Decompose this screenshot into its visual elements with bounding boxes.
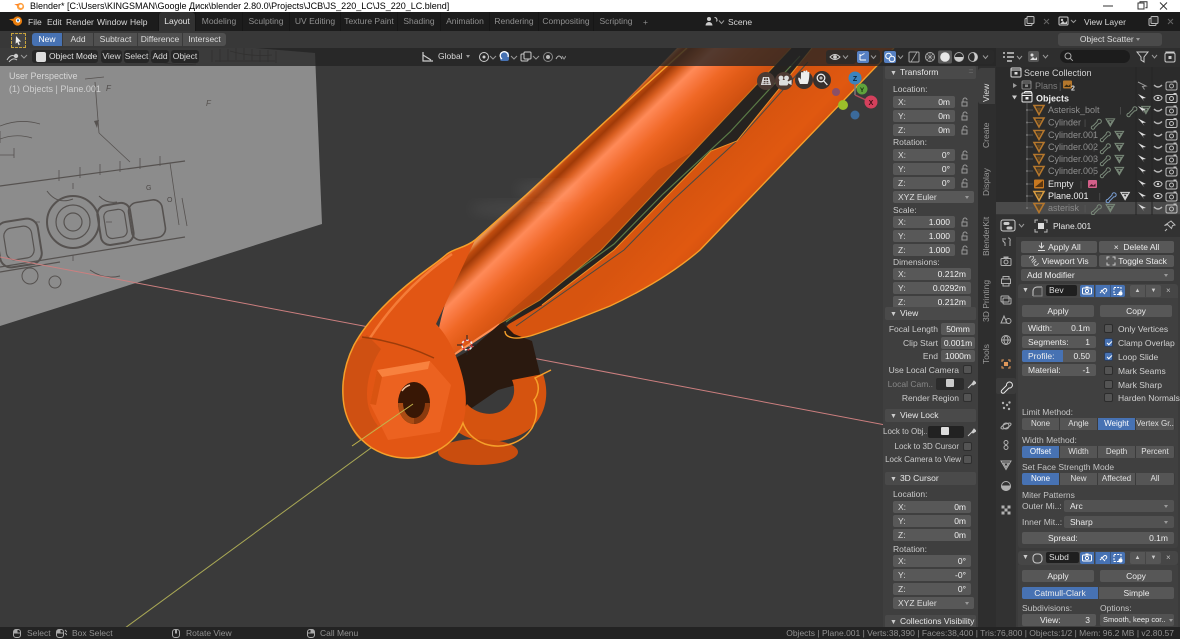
svg-text:|: | (1093, 143, 1095, 152)
svg-text:|: | (1093, 155, 1095, 164)
svg-text:G: G (146, 185, 151, 192)
svg-text:Asterisk_bolt: Asterisk_bolt (1048, 105, 1100, 115)
svg-text:Z: Z (853, 76, 858, 83)
svg-text:asterisk: asterisk (1048, 203, 1080, 213)
svg-text:Cylinder.001: Cylinder.001 (1048, 130, 1098, 140)
svg-text:Plane.001: Plane.001 (1048, 191, 1089, 201)
svg-text:Cylinder.003: Cylinder.003 (1048, 154, 1098, 164)
svg-text:|: | (1093, 131, 1095, 140)
svg-text:|: | (1080, 180, 1082, 189)
svg-text:Plans: Plans (1035, 81, 1058, 91)
svg-text:Cylinder.005: Cylinder.005 (1048, 166, 1098, 176)
svg-text:|: | (1099, 192, 1101, 201)
svg-text:Empty: Empty (1048, 179, 1074, 189)
svg-text:O: O (167, 197, 173, 204)
svg-text:|: | (1084, 204, 1086, 213)
svg-text:X: X (869, 100, 874, 107)
svg-text:Scene Collection: Scene Collection (1024, 68, 1092, 78)
svg-text:|: | (1120, 106, 1122, 115)
svg-text:Cylinder.002: Cylinder.002 (1048, 142, 1098, 152)
svg-text:Objects: Objects (1036, 94, 1069, 104)
svg-text:|: | (1093, 167, 1095, 176)
svg-text:Cylinder: Cylinder (1048, 118, 1081, 128)
svg-text:Y: Y (860, 87, 865, 94)
svg-text:2: 2 (1071, 86, 1075, 93)
svg-text:|: | (1059, 81, 1061, 91)
svg-text:|: | (1084, 119, 1086, 128)
